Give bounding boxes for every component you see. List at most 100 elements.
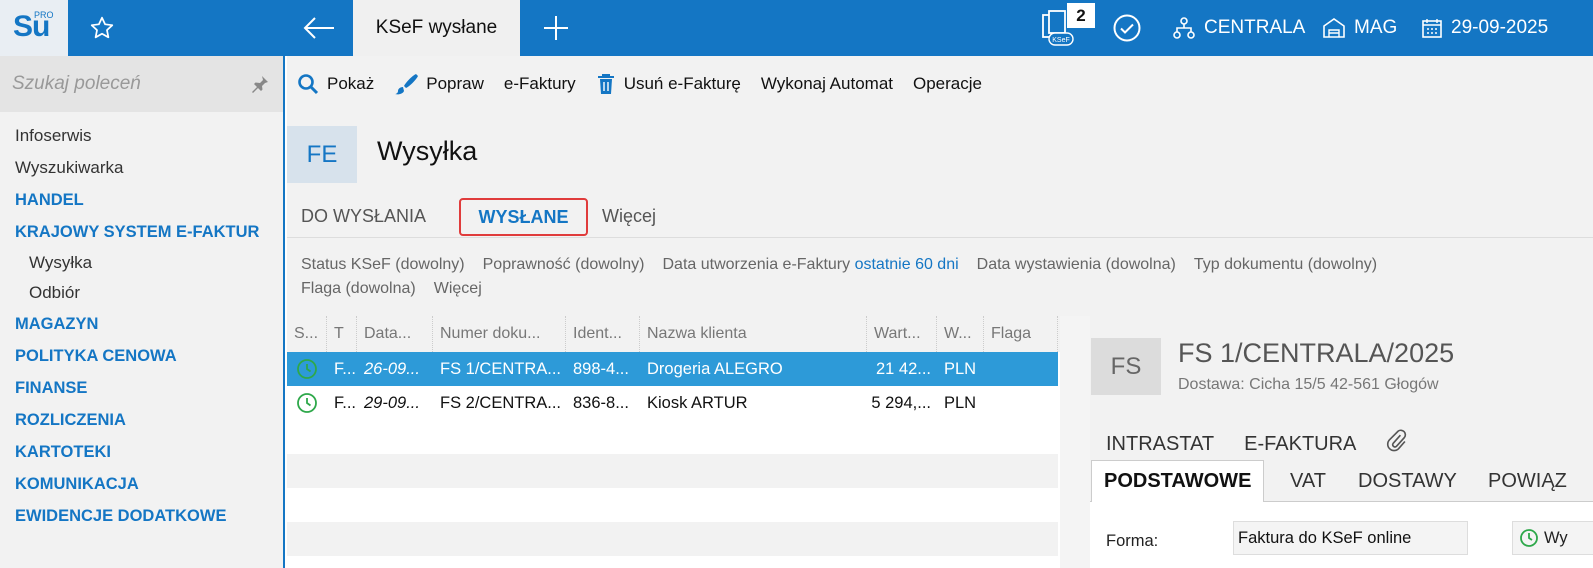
empty-row	[287, 454, 1058, 488]
tab-vat[interactable]: VAT	[1290, 460, 1326, 502]
branch-selector[interactable]: CENTRALA	[1172, 0, 1305, 56]
column-header[interactable]: T	[327, 316, 357, 352]
ksef-icon-label: KSeF	[1052, 37, 1070, 44]
sidebar-nav: Infoserwis Wyszukiwarka HANDEL KRAJOWY SYST…	[0, 120, 283, 532]
empty-row	[287, 488, 1058, 522]
attachment-icon[interactable]	[1386, 428, 1408, 460]
show-button[interactable]: Pokaż	[297, 73, 374, 95]
cell-ident: 836-8...	[573, 393, 629, 412]
einvoices-menu[interactable]: e-Faktury	[504, 74, 576, 94]
warehouse-selector[interactable]: MAG	[1322, 0, 1397, 56]
brush-icon	[395, 74, 419, 95]
filter-validity[interactable]: Poprawność (dowolny)	[483, 256, 645, 274]
sidebar-item[interactable]: MAGAZYN	[0, 308, 283, 340]
operations-label: Operacje	[913, 74, 982, 93]
page-title: Wysyłka	[377, 136, 478, 166]
filter-created-label: Data utworzenia e-Faktury	[662, 256, 851, 273]
run-automat-button[interactable]: Wykonaj Automat	[761, 74, 893, 94]
favorites-star-icon[interactable]	[82, 0, 122, 56]
show-label: Pokaż	[327, 74, 375, 93]
sidebar-item[interactable]: POLITYKA CENOWA	[0, 340, 283, 372]
trash-icon	[597, 74, 614, 94]
table-row[interactable]: F... 26-09... FS 1/CENTRA... 898-4... Droger…	[287, 352, 1058, 386]
sidebar-item[interactable]: KOMUNIKACJA	[0, 468, 283, 500]
tab-ksef-sent[interactable]: KSeF wysłane	[353, 0, 520, 56]
status-clock-icon	[289, 352, 327, 386]
tab-to-send[interactable]: DO WYSŁANIA	[301, 206, 426, 227]
document-title: FS 1/CENTRALA/2025	[1178, 338, 1455, 368]
tab-more[interactable]: Więcej	[602, 206, 656, 227]
column-header[interactable]: Data...	[357, 316, 433, 352]
cell-number: FS 1/CENTRA...	[440, 359, 562, 378]
filter-created-date[interactable]: Data utworzenia e-Faktury ostatnie 60 dn…	[662, 256, 958, 274]
app-logo[interactable]: Su PRO	[0, 0, 68, 56]
tab-basic[interactable]: PODSTAWOWE	[1091, 460, 1265, 502]
tab-efaktura[interactable]: E-FAKTURA	[1244, 433, 1356, 456]
detail-top-tabs: INTRASTAT E-FAKTURA	[1106, 428, 1408, 460]
panel-splitter[interactable]	[1060, 316, 1090, 568]
check-circle-icon[interactable]	[1110, 0, 1144, 56]
cell-currency: PLN	[944, 393, 977, 412]
date-selector[interactable]: 29-09-2025	[1421, 0, 1548, 56]
form-field[interactable]: Faktura do KSeF online	[1233, 521, 1468, 555]
cell-type: F...	[334, 393, 357, 412]
cell-date: 26-09...	[364, 359, 420, 378]
sidebar-item[interactable]: KRAJOWY SYSTEM E-FAKTUR	[0, 216, 283, 248]
table-row[interactable]: F... 29-09... FS 2/CENTRA... 836-8... Kiosk …	[287, 386, 1058, 420]
sidebar-item[interactable]: EWIDENCJE DODATKOWE	[0, 500, 283, 532]
tab-deliveries[interactable]: DOSTAWY	[1358, 460, 1457, 502]
tab-relations[interactable]: POWIĄZ	[1488, 460, 1567, 502]
cell-client: Drogeria ALEGRO	[647, 359, 783, 378]
filter-bar: Status KSeF (dowolny) Poprawność (dowoln…	[287, 238, 1593, 316]
cell-currency: PLN	[944, 359, 977, 378]
column-header[interactable]: Numer doku...	[433, 316, 566, 352]
filter-doc-type[interactable]: Typ dokumentu (dowolny)	[1194, 256, 1377, 274]
empty-row	[287, 420, 1058, 454]
sidebar-item[interactable]: Wyszukiwarka	[0, 152, 283, 184]
filter-issued-date[interactable]: Data wystawienia (dowolna)	[977, 256, 1176, 274]
top-bar: Su PRO KSeF wysłane KSeF 2 CENTRALA MAG …	[0, 0, 1593, 56]
column-header[interactable]: Ident...	[566, 316, 640, 352]
column-header[interactable]: Wart...	[867, 316, 937, 352]
ksef-status-field[interactable]: Wy	[1512, 521, 1593, 555]
new-tab-plus-icon[interactable]	[538, 0, 574, 56]
fix-button[interactable]: Popraw	[394, 72, 484, 96]
tab-sent[interactable]: WYSŁANE	[459, 198, 588, 236]
sidebar-item[interactable]: Odbiór	[0, 278, 283, 308]
sidebar-item[interactable]: FINANSE	[0, 372, 283, 404]
date-label: 29-09-2025	[1451, 17, 1549, 38]
filter-flag[interactable]: Flaga (dowolna)	[301, 280, 416, 298]
sidebar-item[interactable]: ROZLICZENIA	[0, 404, 283, 436]
column-header[interactable]: Nazwa klienta	[640, 316, 867, 352]
detail-tabs: PODSTAWOWE VAT DOSTAWY POWIĄZ	[1090, 460, 1593, 502]
cell-value: 21 42...	[875, 359, 931, 378]
filter-more[interactable]: Więcej	[434, 280, 482, 298]
pin-icon[interactable]	[250, 74, 270, 99]
cell-flag	[984, 352, 1058, 386]
cell-date: 29-09...	[364, 393, 420, 412]
filter-ksef-status[interactable]: Status KSeF (dowolny)	[301, 256, 465, 274]
cell-flag	[984, 386, 1058, 420]
clock-icon	[1520, 529, 1538, 547]
sidebar-item[interactable]: Infoserwis	[0, 120, 283, 152]
grid-header: S... T Data... Numer doku... Ident... Nazwa k…	[287, 316, 1087, 352]
sidebar-item[interactable]: HANDEL	[0, 184, 283, 216]
operations-menu[interactable]: Operacje	[913, 74, 982, 94]
tab-intrastat[interactable]: INTRASTAT	[1106, 433, 1214, 456]
back-arrow-icon[interactable]	[298, 0, 340, 56]
column-header[interactable]: W...	[937, 316, 984, 352]
column-header[interactable]: S...	[287, 316, 327, 352]
module-badge: FE	[287, 126, 357, 183]
delete-label: Usuń e-Fakturę	[623, 74, 741, 93]
command-search-input[interactable]	[12, 68, 242, 100]
form-label: Forma:	[1106, 532, 1159, 550]
sidebar: InfoserwisWyszukiwarkaHANDELKRAJOWY SYST…	[0, 56, 285, 568]
document-subtitle: Dostawa: Cicha 15/5 42-561 Głogów	[1178, 376, 1439, 393]
sidebar-item[interactable]: KARTOTEKI	[0, 436, 283, 468]
sidebar-item[interactable]: Wysyłka	[0, 248, 283, 278]
column-header[interactable]: Flaga	[984, 316, 1058, 352]
ksef-count-badge: 2	[1067, 3, 1095, 28]
view-tabs: DO WYSŁANIA WYSŁANE Więcej	[287, 198, 1593, 238]
fix-label: Popraw	[426, 74, 484, 93]
delete-einvoice-button[interactable]: Usuń e-Fakturę	[596, 73, 741, 95]
